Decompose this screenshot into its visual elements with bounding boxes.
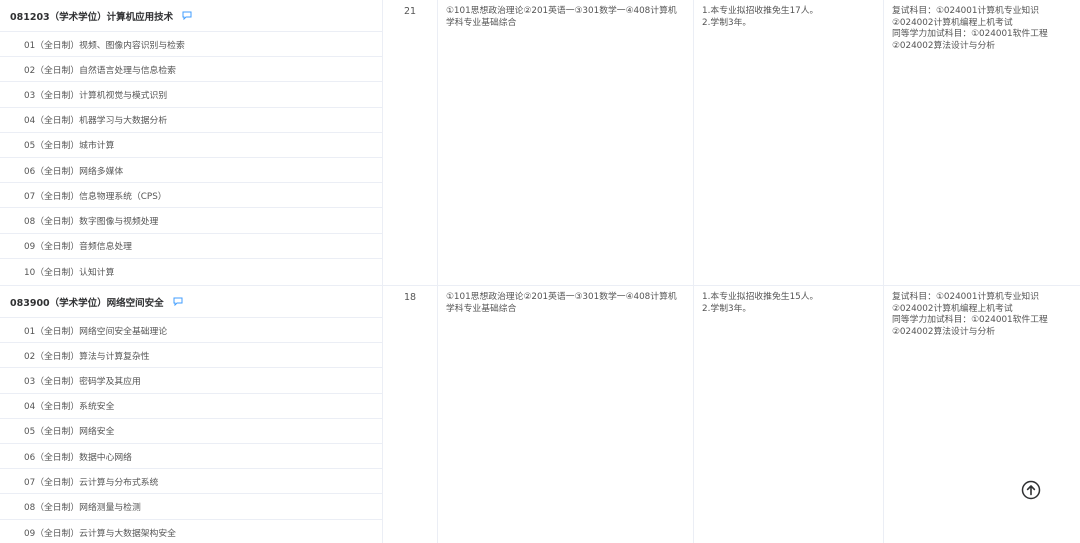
retest-line: ②024002计算机编程上机考试 — [892, 17, 1013, 28]
comment-icon[interactable] — [173, 297, 183, 306]
retest-line: 复试科目：①024001计算机专业知识 — [892, 292, 1040, 302]
notes-column: 1.本专业拟招收推免生15人。 2.学制3年。 — [694, 286, 884, 543]
major-column: 081203（学术学位）计算机应用技术 01（全日制）视频、图像内容识别与检索 … — [0, 0, 383, 285]
direction-item[interactable]: 09（全日制）音频信息处理 — [0, 234, 382, 259]
major-name: 083900（学术学位）网络空间安全 — [10, 297, 164, 309]
retest-line: 同等学力加试科目：①024001软件工程 — [892, 315, 1048, 325]
retest-subjects: 复试科目：①024001计算机专业知识 ②024002计算机编程上机考试 同等学… — [884, 0, 1080, 52]
direction-item[interactable]: 02（全日制）自然语言处理与信息检索 — [0, 57, 382, 83]
exam-subjects: ①101思想政治理论②201英语一③301数学一④408计算机学科专业基础综合 — [446, 292, 677, 314]
program-row-083900: 083900（学术学位）网络空间安全 01（全日制）网络空间安全基础理论 02（… — [0, 286, 1080, 543]
retest-subjects: 复试科目：①024001计算机专业知识 ②024002计算机编程上机考试 同等学… — [884, 286, 1080, 338]
direction-list: 01（全日制）网络空间安全基础理论 02（全日制）算法与计算复杂性 03（全日制… — [0, 318, 382, 543]
direction-item[interactable]: 02（全日制）算法与计算复杂性 — [0, 343, 382, 369]
direction-item[interactable]: 10（全日制）认知计算 — [0, 259, 382, 284]
direction-item[interactable]: 01（全日制）网络空间安全基础理论 — [0, 318, 382, 344]
retest-column: 复试科目：①024001计算机专业知识 ②024002计算机编程上机考试 同等学… — [884, 0, 1080, 285]
back-to-top-button[interactable] — [1021, 480, 1041, 500]
retest-column: 复试科目：①024001计算机专业知识 ②024002计算机编程上机考试 同等学… — [884, 286, 1080, 543]
notes-column: 1.本专业拟招收推免生17人。 2.学制3年。 — [694, 0, 884, 285]
retest-line: ②024002算法设计与分析 — [892, 40, 996, 51]
notes-line: 2.学制3年。 — [702, 303, 752, 314]
arrow-up-circle-icon — [1021, 480, 1041, 500]
program-row-081203: 081203（学术学位）计算机应用技术 01（全日制）视频、图像内容识别与检索 … — [0, 0, 1080, 286]
enrollment-count: 21 — [403, 6, 417, 17]
direction-item[interactable]: 07（全日制）信息物理系统（CPS） — [0, 183, 382, 209]
major-title: 083900（学术学位）网络空间安全 — [0, 286, 382, 318]
enrollment-count: 18 — [403, 292, 417, 303]
direction-item[interactable]: 08（全日制）数字图像与视频处理 — [0, 208, 382, 234]
major-column: 083900（学术学位）网络空间安全 01（全日制）网络空间安全基础理论 02（… — [0, 286, 383, 543]
retest-line: 同等学力加试科目：①024001软件工程 — [892, 29, 1048, 39]
direction-item[interactable]: 03（全日制）计算机视觉与模式识别 — [0, 82, 382, 108]
exam-subjects-column: ①101思想政治理论②201英语一③301数学一④408计算机学科专业基础综合 — [438, 0, 694, 285]
direction-item[interactable]: 05（全日制）城市计算 — [0, 133, 382, 158]
direction-item[interactable]: 08（全日制）网络测量与检测 — [0, 494, 382, 520]
major-name: 081203（学术学位）计算机应用技术 — [10, 11, 174, 23]
direction-item[interactable]: 07（全日制）云计算与分布式系统 — [0, 469, 382, 495]
direction-item[interactable]: 01（全日制）视频、图像内容识别与检索 — [0, 32, 382, 58]
retest-line: 复试科目：①024001计算机专业知识 — [892, 6, 1040, 16]
direction-item[interactable]: 09（全日制）云计算与大数据架构安全 — [0, 520, 382, 543]
enrollment-column: 21 — [383, 0, 438, 285]
direction-item[interactable]: 06（全日制）数据中心网络 — [0, 444, 382, 470]
major-title: 081203（学术学位）计算机应用技术 — [0, 0, 382, 32]
direction-item[interactable]: 06（全日制）网络多媒体 — [0, 158, 382, 184]
exam-subjects: ①101思想政治理论②201英语一③301数学一④408计算机学科专业基础综合 — [446, 6, 677, 28]
notes: 1.本专业拟招收推免生17人。 2.学制3年。 — [694, 0, 883, 29]
comment-icon[interactable] — [182, 11, 192, 20]
exam-subjects-column: ①101思想政治理论②201英语一③301数学一④408计算机学科专业基础综合 — [438, 286, 694, 543]
notes: 1.本专业拟招收推免生15人。 2.学制3年。 — [694, 286, 883, 315]
notes-line: 2.学制3年。 — [702, 17, 752, 28]
direction-item[interactable]: 03（全日制）密码学及其应用 — [0, 368, 382, 394]
notes-line: 1.本专业拟招收推免生17人。 — [702, 6, 819, 16]
direction-list: 01（全日制）视频、图像内容识别与检索 02（全日制）自然语言处理与信息检索 0… — [0, 32, 382, 284]
enrollment-column: 18 — [383, 286, 438, 543]
direction-item[interactable]: 04（全日制）机器学习与大数据分析 — [0, 108, 382, 133]
notes-line: 1.本专业拟招收推免生15人。 — [702, 292, 819, 302]
direction-item[interactable]: 05（全日制）网络安全 — [0, 419, 382, 444]
retest-line: ②024002算法设计与分析 — [892, 326, 996, 337]
retest-line: ②024002计算机编程上机考试 — [892, 303, 1013, 314]
direction-item[interactable]: 04（全日制）系统安全 — [0, 394, 382, 419]
